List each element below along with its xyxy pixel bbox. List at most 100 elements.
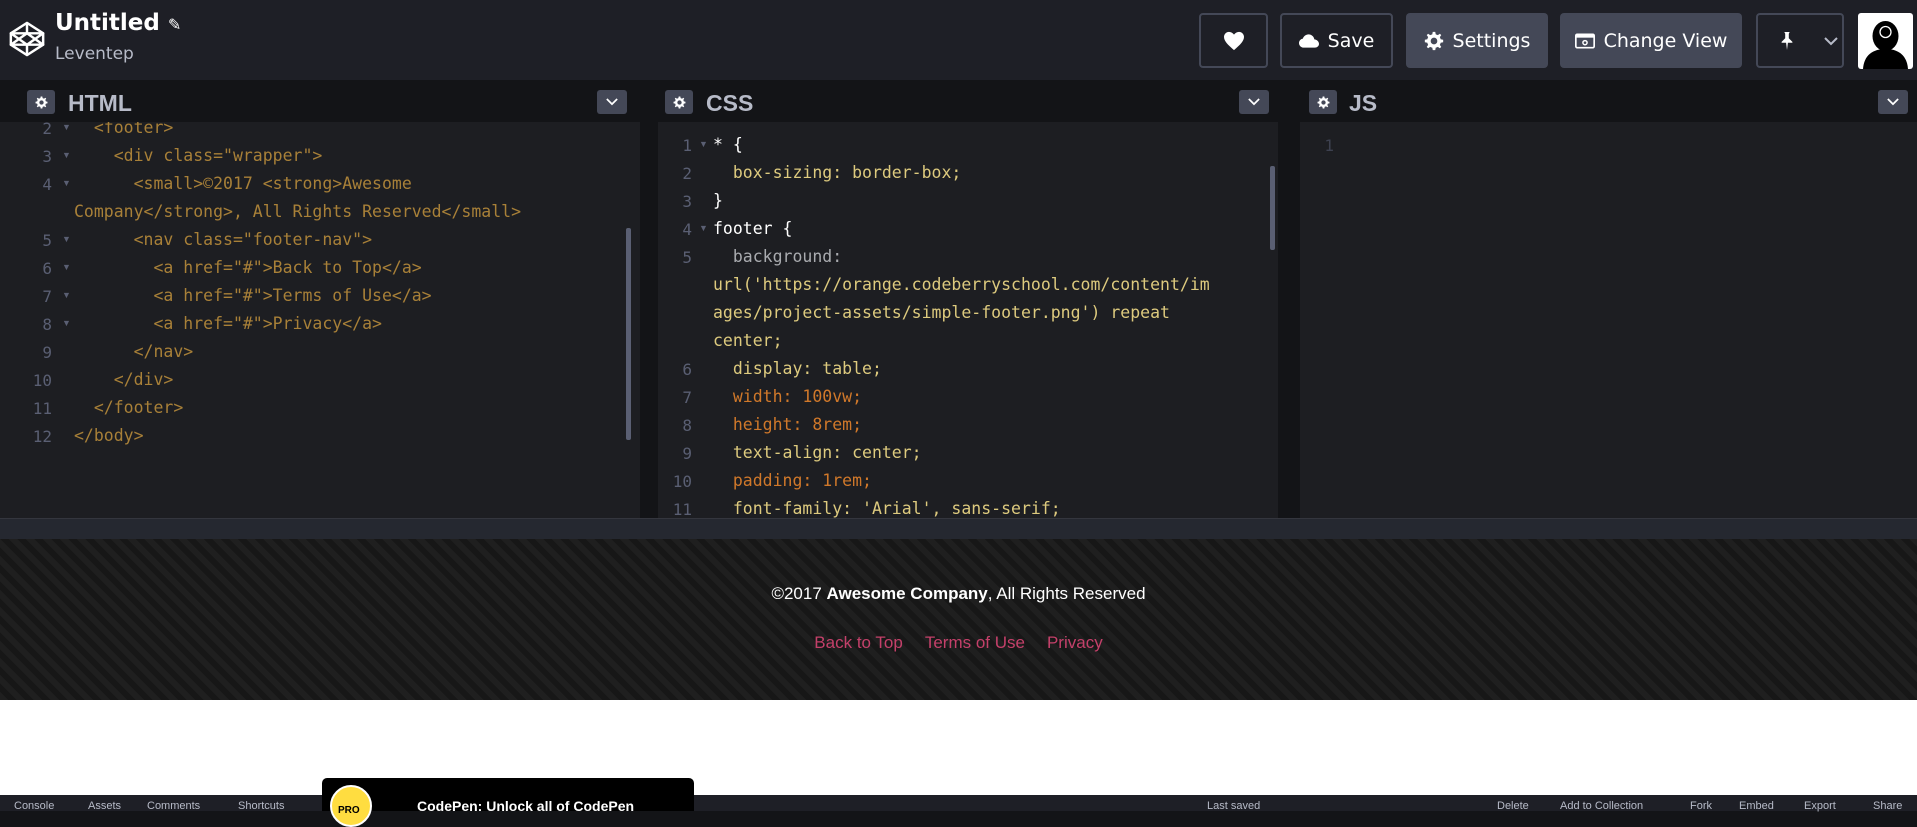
settings-button[interactable]: Settings — [1406, 13, 1548, 68]
fold-arrow-icon[interactable]: ▼ — [62, 234, 71, 244]
css-editor-pane[interactable]: CSS 1 2 3 4 5 6 7 8 9 10 11 ▼ ▼ * { box-… — [658, 80, 1278, 518]
html-pane-chevron-down-icon[interactable] — [597, 90, 627, 114]
terms-of-use-link[interactable]: Terms of Use — [925, 633, 1025, 652]
last-saved-text: Last saved — [1207, 800, 1261, 812]
js-settings-icon[interactable] — [1309, 90, 1337, 114]
delete-button[interactable]: Delete — [1497, 800, 1529, 812]
css-settings-icon[interactable] — [665, 90, 693, 114]
line-number: 12 — [32, 427, 52, 446]
cloud-icon — [1298, 33, 1319, 48]
css-pane-chevron-down-icon[interactable] — [1239, 90, 1269, 114]
html-settings-icon[interactable] — [27, 90, 55, 114]
pin-button[interactable] — [1756, 13, 1844, 68]
layout-icon — [1574, 33, 1595, 48]
pen-title-text[interactable]: Untitled — [55, 10, 160, 36]
embed-button[interactable]: Embed — [1739, 800, 1774, 812]
fold-arrow-icon[interactable]: ▼ — [62, 150, 71, 160]
change-view-button-label: Change View — [1603, 29, 1728, 52]
privacy-link[interactable]: Privacy — [1047, 633, 1103, 652]
code-line: <a href="#">Privacy</a> — [74, 314, 382, 333]
code-line: </nav> — [74, 342, 194, 361]
html-editor-pane[interactable]: HTML 2 3 4 5 6 7 8 9 10 11 12 ▼ ▼ ▼ ▼ ▼ … — [0, 80, 640, 518]
result-preview: ©2017 Awesome Company, All Rights Reserv… — [0, 539, 1917, 700]
code-line: <div class="wrapper"> — [74, 146, 323, 165]
line-number: 1 — [682, 136, 692, 155]
pro-badge-icon: PRO — [330, 785, 372, 827]
code-line: height: 8rem; — [713, 415, 863, 434]
code-line: <footer> — [74, 122, 174, 137]
fold-arrow-icon[interactable]: ▼ — [62, 178, 71, 188]
code-line: </body> — [74, 426, 144, 445]
line-number: 4 — [42, 175, 52, 194]
css-scrollbar[interactable] — [1270, 166, 1275, 250]
pro-promo-banner[interactable]: PRO CodePen: Unlock all of CodePen — [322, 778, 694, 827]
line-number: 10 — [672, 472, 692, 491]
css-pane-title: CSS — [706, 90, 754, 116]
line-number: 4 — [682, 220, 692, 239]
line-number: 6 — [682, 360, 692, 379]
fold-arrow-icon[interactable]: ▼ — [62, 262, 71, 272]
js-code-area[interactable]: 1 — [1300, 122, 1917, 518]
line-number: 9 — [682, 444, 692, 463]
line-number: 11 — [672, 500, 692, 518]
js-pane-title: JS — [1349, 90, 1378, 116]
preview-resize-bar[interactable] — [0, 518, 1917, 540]
code-line: <a href="#">Terms of Use</a> — [74, 286, 432, 305]
line-number: 2 — [682, 164, 692, 183]
html-pane-title: HTML — [68, 90, 132, 116]
footer-copyright: ©2017 Awesome Company, All Rights Reserv… — [0, 584, 1917, 604]
fold-arrow-icon[interactable]: ▼ — [62, 122, 71, 132]
top-bar: Untitled ✎ Leventep Save Settings Change … — [0, 0, 1917, 80]
assets-button[interactable]: Assets — [88, 800, 121, 812]
footer-nav: Back to Top Terms of Use Privacy — [0, 633, 1917, 653]
code-line: text-align: center; — [713, 443, 922, 462]
fold-arrow-icon[interactable]: ▼ — [699, 223, 708, 233]
pencil-icon[interactable]: ✎ — [168, 15, 181, 34]
share-button[interactable]: Share — [1873, 800, 1902, 812]
line-number: 7 — [42, 287, 52, 306]
line-number: 10 — [32, 371, 52, 390]
fold-arrow-icon[interactable]: ▼ — [62, 318, 71, 328]
back-to-top-link[interactable]: Back to Top — [814, 633, 903, 652]
code-line: * { — [713, 135, 743, 154]
codepen-logo-icon[interactable] — [8, 20, 46, 58]
chevron-down-icon[interactable] — [1824, 37, 1838, 46]
line-number: 3 — [682, 192, 692, 211]
line-number: 8 — [42, 315, 52, 334]
save-button-label: Save — [1327, 29, 1375, 52]
export-button[interactable]: Export — [1804, 800, 1836, 812]
fold-arrow-icon[interactable]: ▼ — [62, 290, 71, 300]
copyright-suffix: , All Rights Reserved — [987, 584, 1146, 603]
shortcuts-button[interactable]: Shortcuts — [238, 800, 284, 812]
html-code-area[interactable]: 2 3 4 5 6 7 8 9 10 11 12 ▼ ▼ ▼ ▼ ▼ ▼ ▼ <… — [18, 122, 640, 518]
code-line: footer { — [713, 219, 793, 238]
promo-text: CodePen: Unlock all of CodePen — [417, 798, 635, 814]
comments-button[interactable]: Comments — [147, 800, 200, 812]
pen-author[interactable]: Leventep — [55, 44, 134, 64]
code-line: <small>©2017 <strong>Awesome — [74, 174, 412, 193]
line-number: 5 — [682, 248, 692, 267]
line-number: 8 — [682, 416, 692, 435]
add-to-collection-button[interactable]: Add to Collection — [1560, 800, 1643, 812]
css-code-area[interactable]: 1 2 3 4 5 6 7 8 9 10 11 ▼ ▼ * { box-sizi… — [658, 122, 1278, 518]
pane-resize-handle[interactable] — [1278, 80, 1300, 518]
save-button[interactable]: Save — [1280, 13, 1393, 68]
fork-button[interactable]: Fork — [1690, 800, 1712, 812]
code-line: } — [713, 191, 723, 210]
fold-arrow-icon[interactable]: ▼ — [699, 139, 708, 149]
user-avatar[interactable] — [1858, 13, 1913, 69]
code-line: display: table; — [713, 359, 882, 378]
js-pane-chevron-down-icon[interactable] — [1878, 90, 1908, 114]
line-number: 9 — [42, 343, 52, 362]
pane-resize-handle[interactable] — [640, 80, 658, 518]
code-line: <a href="#">Back to Top</a> — [74, 258, 422, 277]
pen-title[interactable]: Untitled ✎ — [55, 10, 181, 36]
change-view-button[interactable]: Change View — [1560, 13, 1742, 68]
love-button[interactable] — [1199, 13, 1268, 68]
code-line: center; — [713, 331, 783, 350]
console-button[interactable]: Console — [14, 800, 54, 812]
js-editor-pane[interactable]: JS 1 — [1300, 80, 1917, 518]
html-scrollbar[interactable] — [626, 228, 631, 440]
pin-icon — [1781, 31, 1793, 50]
code-line: font-family: 'Arial', sans-serif; — [713, 499, 1061, 518]
